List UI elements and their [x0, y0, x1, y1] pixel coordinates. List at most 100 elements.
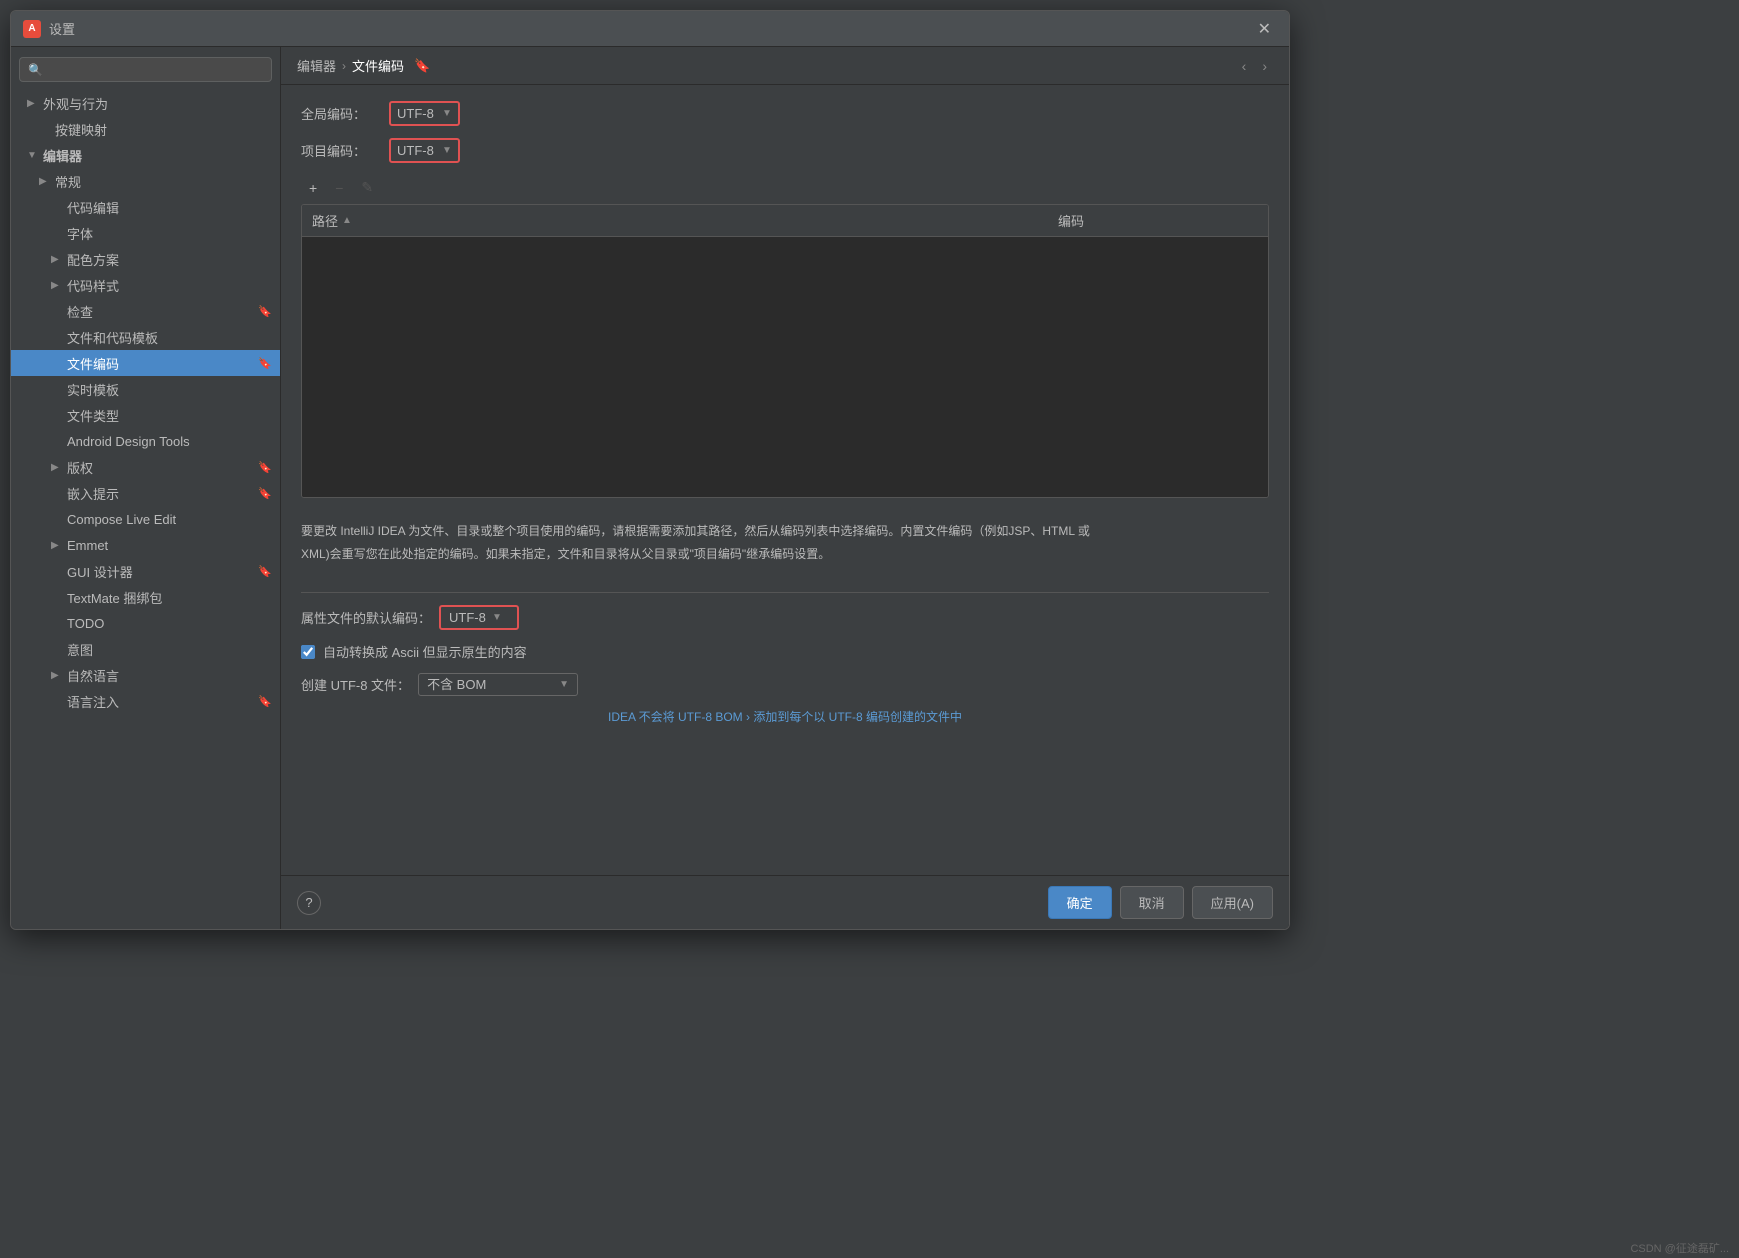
dropdown-arrow-icon: ▼ [492, 612, 502, 623]
dialog-title: 设置 [49, 19, 1252, 38]
add-encoding-button[interactable]: + [301, 176, 325, 200]
expand-icon: ▶ [51, 254, 63, 265]
sidebar-item-intentions[interactable]: 意图 [11, 636, 280, 662]
expand-icon: ▶ [51, 280, 63, 291]
breadcrumb-bookmark-icon: 🔖 [414, 58, 430, 74]
encoding-table: 路径 ▲ 编码 [301, 204, 1269, 498]
sidebar-item-color-scheme[interactable]: ▶ 配色方案 [11, 246, 280, 272]
expand-icon: ▶ [51, 462, 63, 473]
expand-icon: ▶ [51, 540, 63, 551]
attr-encoding-row: 属性文件的默认编码： UTF-8 ▼ [301, 605, 1269, 630]
cancel-button[interactable]: 取消 [1120, 886, 1184, 919]
sidebar-item-todo[interactable]: TODO [11, 610, 280, 636]
sidebar-item-inspections[interactable]: 检查 🔖 [11, 298, 280, 324]
sidebar-item-label: 文件类型 [67, 406, 119, 425]
apply-button[interactable]: 应用(A) [1192, 886, 1273, 919]
sidebar-item-label: 外观与行为 [43, 94, 108, 113]
sidebar-item-keymap[interactable]: 按键映射 [11, 116, 280, 142]
close-button[interactable]: ✕ [1252, 17, 1277, 41]
auto-convert-checkbox[interactable] [301, 645, 315, 659]
table-header: 路径 ▲ 编码 [302, 205, 1268, 237]
attr-encoding-select-wrapper[interactable]: UTF-8 ▼ [439, 605, 519, 630]
bookmark-icon: 🔖 [258, 461, 272, 474]
project-encoding-select[interactable]: UTF-8 [397, 143, 438, 158]
sidebar-item-general[interactable]: ▶ 常规 [11, 168, 280, 194]
global-encoding-select-wrapper[interactable]: UTF-8 ▼ [389, 101, 460, 126]
toolbar-row: + − ✎ [301, 175, 1269, 200]
attr-encoding-select[interactable]: UTF-8 [449, 610, 486, 625]
sidebar-item-android-design[interactable]: Android Design Tools [11, 428, 280, 454]
sidebar-item-file-templates[interactable]: 文件和代码模板 [11, 324, 280, 350]
col-encoding-label: 编码 [1058, 214, 1084, 229]
project-encoding-select-wrapper[interactable]: UTF-8 ▼ [389, 138, 460, 163]
search-box[interactable]: 🔍 [19, 57, 272, 82]
sidebar-item-file-types[interactable]: 文件类型 [11, 402, 280, 428]
sidebar-item-label: TODO [67, 616, 104, 631]
edit-encoding-button[interactable]: ✎ [353, 175, 381, 200]
sidebar-item-code-style[interactable]: ▶ 代码样式 [11, 272, 280, 298]
sidebar-item-fonts[interactable]: 字体 [11, 220, 280, 246]
sidebar-item-label: 语言注入 [67, 692, 119, 711]
bookmark-icon: 🔖 [258, 487, 272, 500]
sidebar-item-label: 配色方案 [67, 250, 119, 269]
search-icon: 🔍 [28, 63, 43, 77]
bom-row: 创建 UTF-8 文件： 不含 BOM 含 BOM 带有 BOM 标记 ▼ [301, 673, 1269, 696]
sidebar-item-compose-live-edit[interactable]: Compose Live Edit [11, 506, 280, 532]
breadcrumb-separator: › [342, 59, 346, 73]
sidebar-item-label: Android Design Tools [67, 434, 190, 449]
sidebar-item-natural-language[interactable]: ▶ 自然语言 [11, 662, 280, 688]
table-col-path: 路径 ▲ [312, 211, 1058, 230]
sidebar-item-label: 文件和代码模板 [67, 328, 158, 347]
bom-select-wrapper[interactable]: 不含 BOM 含 BOM 带有 BOM 标记 ▼ [418, 673, 578, 696]
main-content: 🔍 ▶ 外观与行为 按键映射 ▼ 编辑器 ▶ 常规 代码编辑 [11, 47, 1289, 929]
help-button[interactable]: ? [297, 891, 321, 915]
global-encoding-select[interactable]: UTF-8 [397, 106, 438, 121]
nav-forward-button[interactable]: › [1256, 56, 1273, 76]
hint-prefix: IDEA 不会将 [608, 710, 678, 724]
hint-text: IDEA 不会将 UTF-8 BOM › 添加到每个以 UTF-8 编码创建的文… [301, 704, 1269, 729]
breadcrumb-bar: 编辑器 › 文件编码 🔖 ‹ › [281, 47, 1289, 85]
expand-icon: ▶ [27, 98, 39, 109]
sidebar-item-embedded-hints[interactable]: 嵌入提示 🔖 [11, 480, 280, 506]
auto-convert-label: 自动转换成 Ascii 但显示原生的内容 [323, 642, 527, 661]
sidebar-item-label: 检查 [67, 302, 93, 321]
sidebar-item-language-injections[interactable]: 语言注入 🔖 [11, 688, 280, 714]
sort-icon: ▲ [342, 215, 352, 226]
sidebar-item-textmate[interactable]: TextMate 捆绑包 [11, 584, 280, 610]
sidebar-item-label: 嵌入提示 [67, 484, 119, 503]
expand-icon: ▶ [51, 670, 63, 681]
bom-select[interactable]: 不含 BOM 含 BOM 带有 BOM 标记 [427, 677, 553, 692]
breadcrumb-parent: 编辑器 [297, 56, 336, 75]
sidebar-item-code-editor[interactable]: 代码编辑 [11, 194, 280, 220]
sidebar-item-editor[interactable]: ▼ 编辑器 [11, 142, 280, 168]
ok-button[interactable]: 确定 [1048, 886, 1112, 919]
sidebar-item-emmet[interactable]: ▶ Emmet [11, 532, 280, 558]
sidebar-item-file-encoding[interactable]: 文件编码 🔖 [11, 350, 280, 376]
remove-encoding-button[interactable]: − [327, 176, 351, 200]
expand-icon: ▼ [27, 150, 39, 161]
breadcrumb-current: 文件编码 [352, 56, 404, 75]
sidebar-item-label: 代码编辑 [67, 198, 119, 217]
attr-encoding-label: 属性文件的默认编码： [301, 608, 431, 627]
utf8-bom-link[interactable]: UTF-8 BOM [678, 710, 743, 724]
panel-content: 全局编码： UTF-8 ▼ 项目编码： UTF-8 [281, 85, 1289, 875]
title-bar: A 设置 ✕ [11, 11, 1289, 47]
dropdown-arrow-icon: ▼ [442, 145, 452, 156]
sidebar-item-label: 常规 [55, 172, 81, 191]
sidebar-item-live-templates[interactable]: 实时模板 [11, 376, 280, 402]
search-input[interactable] [47, 62, 263, 77]
bookmark-icon: 🔖 [258, 565, 272, 578]
sidebar-item-gui-designer[interactable]: GUI 设计器 🔖 [11, 558, 280, 584]
table-col-encoding: 编码 [1058, 211, 1258, 230]
sidebar-item-appearance[interactable]: ▶ 外观与行为 [11, 90, 280, 116]
app-icon: A [23, 20, 41, 38]
dropdown-arrow-icon: ▼ [559, 679, 569, 690]
nav-back-button[interactable]: ‹ [1236, 56, 1253, 76]
project-encoding-row: 项目编码： UTF-8 ▼ [301, 138, 1269, 163]
settings-dialog: A 设置 ✕ 🔍 ▶ 外观与行为 按键映射 ▼ 编辑器 [10, 10, 1290, 930]
bom-label: 创建 UTF-8 文件： [301, 675, 410, 694]
sidebar-item-label: GUI 设计器 [67, 562, 133, 581]
table-body [302, 237, 1268, 497]
sidebar-item-copyright[interactable]: ▶ 版权 🔖 [11, 454, 280, 480]
sidebar-item-label: 意图 [67, 640, 93, 659]
